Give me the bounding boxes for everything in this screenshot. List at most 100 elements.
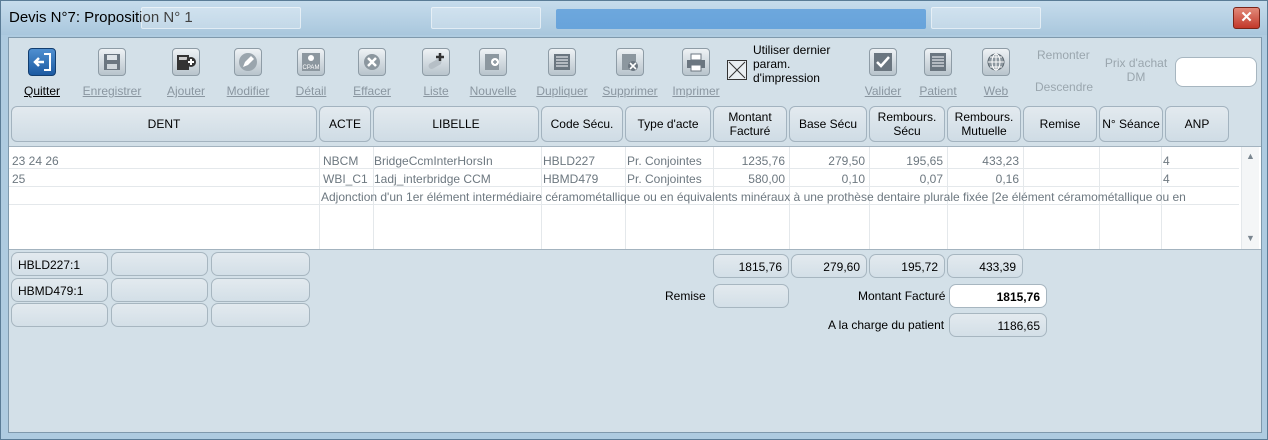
montant-facture-value: 1815,76 xyxy=(949,284,1047,308)
code-summary-box xyxy=(211,303,310,327)
effacer-label: Effacer xyxy=(353,84,391,98)
cell-base: 279,50 xyxy=(828,154,865,168)
montant-facture-label: Montant Facturé xyxy=(858,289,946,303)
title-bar[interactable]: Devis N°7: Proposition N° 1 ✕ xyxy=(1,1,1267,35)
modifier-label: Modifier xyxy=(226,84,270,98)
quitter-button[interactable]: Quitter xyxy=(6,48,78,102)
code-summary-box xyxy=(211,278,310,302)
cell-dent: 23 24 26 xyxy=(12,154,59,168)
cell-type: Pr. Conjointes xyxy=(627,172,702,186)
web-label: Web xyxy=(983,84,1009,98)
code-summary-box: HBLD227:1 xyxy=(11,252,108,276)
col-code-secu[interactable]: Code Sécu. xyxy=(541,106,623,142)
svg-text:CPAM: CPAM xyxy=(303,65,320,71)
cell-type: Pr. Conjointes xyxy=(627,154,702,168)
globe-icon xyxy=(982,48,1010,76)
table-row[interactable]: 25 WBI_C1 1adj_interbridge CCM HBMD479 P… xyxy=(9,169,1239,187)
cell-anp: 4 xyxy=(1163,154,1170,168)
acts-table: 23 24 26 NBCM BridgeCcmInterHorsIn HBLD2… xyxy=(9,146,1261,250)
col-anp[interactable]: ANP xyxy=(1165,106,1229,142)
total-montant: 1815,76 xyxy=(713,254,789,278)
code-summary-box: HBMD479:1 xyxy=(11,278,108,302)
col-rembours-mutuelle[interactable]: Rembours. Mutuelle xyxy=(947,106,1021,142)
background-window-ghost xyxy=(556,9,926,29)
printer-icon xyxy=(682,48,710,76)
devis-panel: Quitter Enregistrer Ajouter Modifier CPA… xyxy=(8,37,1262,433)
prix-achat-input[interactable] xyxy=(1175,57,1257,87)
enregistrer-button[interactable]: Enregistrer xyxy=(76,48,148,102)
cpam-detail-icon: CPAM xyxy=(297,48,325,76)
toolbar: Quitter Enregistrer Ajouter Modifier CPA… xyxy=(9,38,1261,104)
cell-rmut: 0,16 xyxy=(995,172,1019,186)
imprimer-button[interactable]: Imprimer xyxy=(660,48,732,102)
close-button[interactable]: ✕ xyxy=(1233,7,1260,29)
background-window-ghost xyxy=(931,7,1041,29)
code-summary-box xyxy=(211,252,310,276)
remonter-button[interactable]: Remonter xyxy=(1037,48,1090,62)
cell-rmut: 433,23 xyxy=(982,154,1019,168)
remise-label: Remise xyxy=(665,289,706,303)
table-header: DENT ACTE LIBELLE Code Sécu. Type d'acte… xyxy=(9,104,1261,144)
print-option-checkbox[interactable]: Utiliser dernier param. d'impression xyxy=(727,42,857,92)
cell-base: 0,10 xyxy=(841,172,865,186)
patient-charge-label: A la charge du patient xyxy=(828,318,945,332)
total-base-secu: 279,60 xyxy=(791,254,867,278)
col-libelle[interactable]: LIBELLE xyxy=(373,106,539,142)
col-rembours-secu[interactable]: Rembours. Sécu xyxy=(869,106,945,142)
patient-charge-value: 1186,65 xyxy=(949,313,1047,337)
total-rembours-mutuelle: 433,39 xyxy=(947,254,1023,278)
cell-rsecu: 0,07 xyxy=(919,172,943,186)
cell-libelle: 1adj_interbridge CCM xyxy=(374,172,491,186)
web-button[interactable]: Web xyxy=(960,48,1032,102)
col-remise[interactable]: Remise xyxy=(1023,106,1097,142)
total-rembours-secu: 195,72 xyxy=(869,254,945,278)
nouvelle-label: Nouvelle xyxy=(469,84,517,98)
nouvelle-button[interactable]: Nouvelle xyxy=(457,48,529,102)
modifier-button[interactable]: Modifier xyxy=(212,48,284,102)
col-type-acte[interactable]: Type d'acte xyxy=(625,106,711,142)
cell-acte: NBCM xyxy=(323,154,359,168)
cell-code: HBLD227 xyxy=(543,154,596,168)
effacer-button[interactable]: Effacer xyxy=(336,48,408,102)
supprimer-label: Supprimer xyxy=(602,84,658,98)
code-summary-box xyxy=(111,278,208,302)
scroll-down-icon[interactable]: ▼ xyxy=(1246,233,1255,243)
devis-window: Devis N°7: Proposition N° 1 ✕ Quitter En… xyxy=(0,0,1268,440)
col-seance[interactable]: N° Séance xyxy=(1099,106,1163,142)
vertical-scrollbar[interactable]: ▲ ▼ xyxy=(1241,147,1259,249)
descendre-button[interactable]: Descendre xyxy=(1035,80,1093,94)
cell-dent: 25 xyxy=(12,172,26,186)
cell-description: Adjonction d'un 1er élément intermédiair… xyxy=(321,190,1186,204)
table-row[interactable]: 23 24 26 NBCM BridgeCcmInterHorsIn HBLD2… xyxy=(9,151,1239,169)
patient-doc-icon xyxy=(924,48,952,76)
pencil-icon xyxy=(234,48,262,76)
background-window-ghost xyxy=(431,7,541,29)
supprimer-button[interactable]: Supprimer xyxy=(594,48,666,102)
enregistrer-label: Enregistrer xyxy=(82,84,142,98)
cell-anp: 4 xyxy=(1163,172,1170,186)
duplicate-doc-icon xyxy=(548,48,576,76)
col-base-secu[interactable]: Base Sécu xyxy=(789,106,867,142)
col-dent[interactable]: DENT xyxy=(11,106,317,142)
background-window-ghost xyxy=(141,7,301,29)
validate-check-icon xyxy=(869,48,897,76)
dupliquer-button[interactable]: Dupliquer xyxy=(526,48,598,102)
calculator-add-icon xyxy=(172,48,200,76)
imprimer-label: Imprimer xyxy=(672,84,720,98)
cell-rsecu: 195,65 xyxy=(906,154,943,168)
print-option-label: Utiliser dernier param. d'impression xyxy=(753,43,831,85)
clear-x-icon xyxy=(358,48,386,76)
scroll-up-icon[interactable]: ▲ xyxy=(1246,151,1255,161)
remise-input[interactable] xyxy=(713,284,789,308)
table-row-description[interactable]: Adjonction d'un 1er élément intermédiair… xyxy=(9,187,1239,205)
floppy-disk-icon xyxy=(98,48,126,76)
table-row[interactable] xyxy=(9,205,1239,223)
code-summary-box xyxy=(111,252,208,276)
cell-montant: 1235,76 xyxy=(741,154,785,168)
delete-doc-icon xyxy=(616,48,644,76)
checkbox-box[interactable] xyxy=(727,60,747,80)
col-montant-facture[interactable]: Montant Facturé xyxy=(713,106,787,142)
exit-door-icon xyxy=(28,48,56,76)
col-acte[interactable]: ACTE xyxy=(319,106,371,142)
prix-achat-label: Prix d'achat DM xyxy=(1104,56,1168,84)
